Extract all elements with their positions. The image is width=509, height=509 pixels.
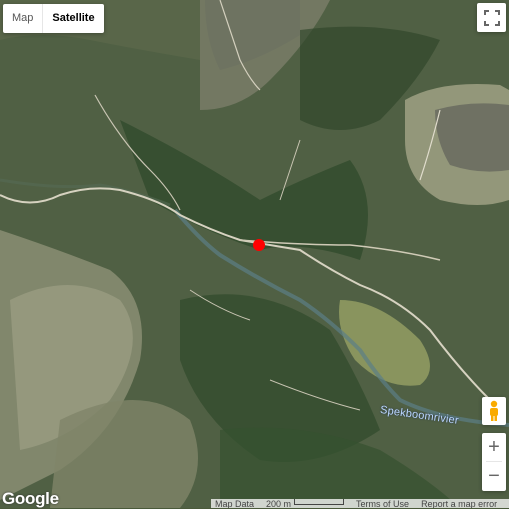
fullscreen-icon	[483, 9, 500, 26]
fullscreen-button[interactable]	[477, 3, 506, 32]
report-error-link[interactable]: Report a map error	[421, 499, 497, 508]
map-type-control: Map Satellite	[3, 4, 104, 33]
scale-line	[294, 499, 345, 505]
satellite-button[interactable]: Satellite	[42, 4, 103, 33]
satellite-map[interactable]	[0, 0, 509, 508]
street-view-button[interactable]	[482, 397, 506, 425]
attribution-bar: Map Data 200 m Terms of Use Report a map…	[211, 499, 509, 508]
zoom-in-button[interactable]: +	[482, 433, 506, 461]
scale-label: 200 m	[266, 499, 292, 508]
scale-bar[interactable]: 200 m	[266, 499, 345, 508]
google-logo: Google	[2, 489, 59, 508]
zoom-control: + −	[482, 433, 506, 491]
map-data-link[interactable]: Map Data	[215, 499, 254, 508]
pegman-icon	[490, 400, 498, 421]
zoom-out-button[interactable]: −	[482, 462, 506, 490]
map-button[interactable]: Map	[3, 4, 42, 33]
location-marker[interactable]	[253, 239, 265, 251]
terms-link[interactable]: Terms of Use	[356, 499, 409, 508]
